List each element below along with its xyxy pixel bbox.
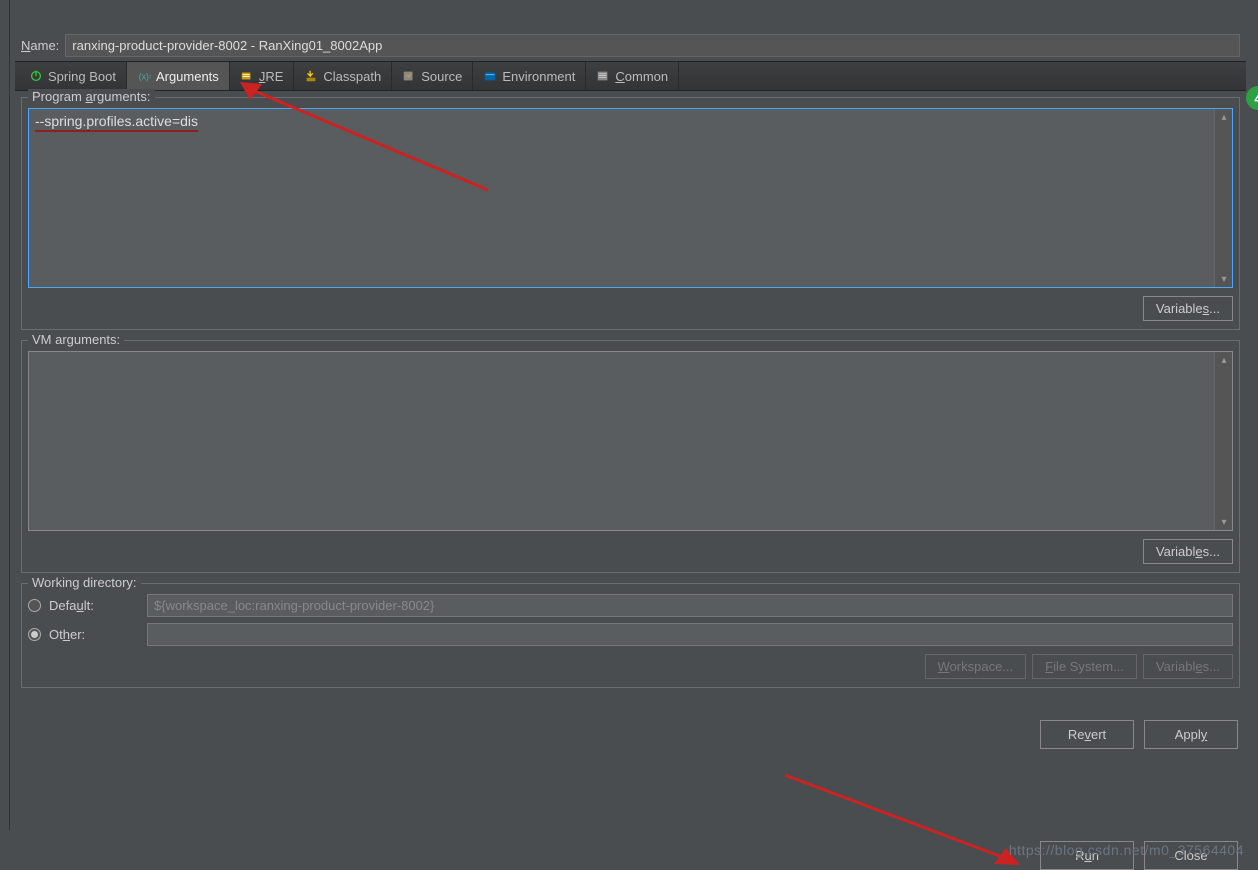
- scroll-up-icon[interactable]: ▴: [1215, 352, 1233, 368]
- group-legend: VM arguments:: [28, 332, 124, 347]
- default-dir-row: Default:: [28, 594, 1233, 617]
- tab-label: Spring Boot: [48, 69, 116, 84]
- tab-source[interactable]: Source: [392, 62, 473, 90]
- footer-button-row: Run Close: [1040, 841, 1238, 870]
- scroll-down-icon[interactable]: ▾: [1215, 514, 1233, 530]
- close-button[interactable]: Close: [1144, 841, 1238, 870]
- default-label[interactable]: Default:: [49, 598, 139, 613]
- group-legend: Working directory:: [28, 575, 141, 590]
- tab-spring-boot[interactable]: Spring Boot: [19, 62, 127, 90]
- badge: 4: [1246, 86, 1258, 110]
- scroll-down-icon[interactable]: ▾: [1215, 271, 1233, 287]
- common-icon: [596, 69, 610, 83]
- svg-text:(x)=: (x)=: [139, 72, 151, 82]
- args-icon: (x)=: [137, 69, 151, 83]
- run-button[interactable]: Run: [1040, 841, 1134, 870]
- vm-args-variables-button[interactable]: Variables...: [1143, 539, 1233, 564]
- file-system-button[interactable]: File System...: [1032, 654, 1137, 679]
- scrollbar[interactable]: ▴ ▾: [1214, 352, 1232, 530]
- tab-label: Source: [421, 69, 462, 84]
- run-config-panel: Name: Spring Boot (x)= Arguments JRE C: [15, 30, 1246, 840]
- env-icon: [483, 69, 497, 83]
- name-label: Name:: [21, 38, 59, 53]
- source-icon: [402, 69, 416, 83]
- program-args-variables-button[interactable]: Variables...: [1143, 296, 1233, 321]
- power-icon: [29, 69, 43, 83]
- program-args-field[interactable]: [29, 109, 1214, 284]
- group-legend: Program arguments:: [28, 89, 155, 104]
- vm-args-field-wrap: ▴ ▾: [28, 351, 1233, 531]
- workdir-variables-button[interactable]: Variables...: [1143, 654, 1233, 679]
- workspace-button[interactable]: Workspace...: [925, 654, 1027, 679]
- tab-jre[interactable]: JRE: [230, 62, 295, 90]
- tab-classpath[interactable]: Classpath: [294, 62, 392, 90]
- other-dir-field[interactable]: [147, 623, 1233, 646]
- apply-button[interactable]: Apply: [1144, 720, 1238, 749]
- scroll-up-icon[interactable]: ▴: [1215, 109, 1233, 125]
- jre-icon: [240, 69, 254, 83]
- tab-label: Arguments: [156, 69, 219, 84]
- name-input[interactable]: [65, 34, 1240, 57]
- default-radio[interactable]: [28, 599, 41, 612]
- tab-label: Classpath: [323, 69, 381, 84]
- program-arguments-group: Program arguments: ▴ ▾ --spring.profiles…: [21, 97, 1240, 330]
- working-directory-group: Working directory: Default: Other: Works…: [21, 583, 1240, 688]
- tab-content: Program arguments: ▴ ▾ --spring.profiles…: [15, 91, 1246, 704]
- vm-arguments-group: VM arguments: ▴ ▾ Variables...: [21, 340, 1240, 573]
- default-dir-field: [147, 594, 1233, 617]
- tab-arguments[interactable]: (x)= Arguments: [127, 62, 230, 90]
- tab-label: JRE: [259, 69, 284, 84]
- bottom-button-row: Revert Apply: [15, 704, 1246, 755]
- tabs-bar: Spring Boot (x)= Arguments JRE Classpath…: [15, 61, 1246, 91]
- tab-label: Common: [615, 69, 668, 84]
- scrollbar[interactable]: ▴ ▾: [1214, 109, 1232, 287]
- other-dir-row: Other:: [28, 623, 1233, 646]
- revert-button[interactable]: Revert: [1040, 720, 1134, 749]
- program-args-field-wrap: ▴ ▾ --spring.profiles.active=dis: [28, 108, 1233, 288]
- tab-environment[interactable]: Environment: [473, 62, 586, 90]
- classpath-icon: [304, 69, 318, 83]
- other-label[interactable]: Other:: [49, 627, 139, 642]
- tab-common[interactable]: Common: [586, 62, 679, 90]
- name-row: Name:: [15, 30, 1246, 61]
- vm-args-field[interactable]: [29, 352, 1214, 527]
- other-radio[interactable]: [28, 628, 41, 641]
- tab-label: Environment: [502, 69, 575, 84]
